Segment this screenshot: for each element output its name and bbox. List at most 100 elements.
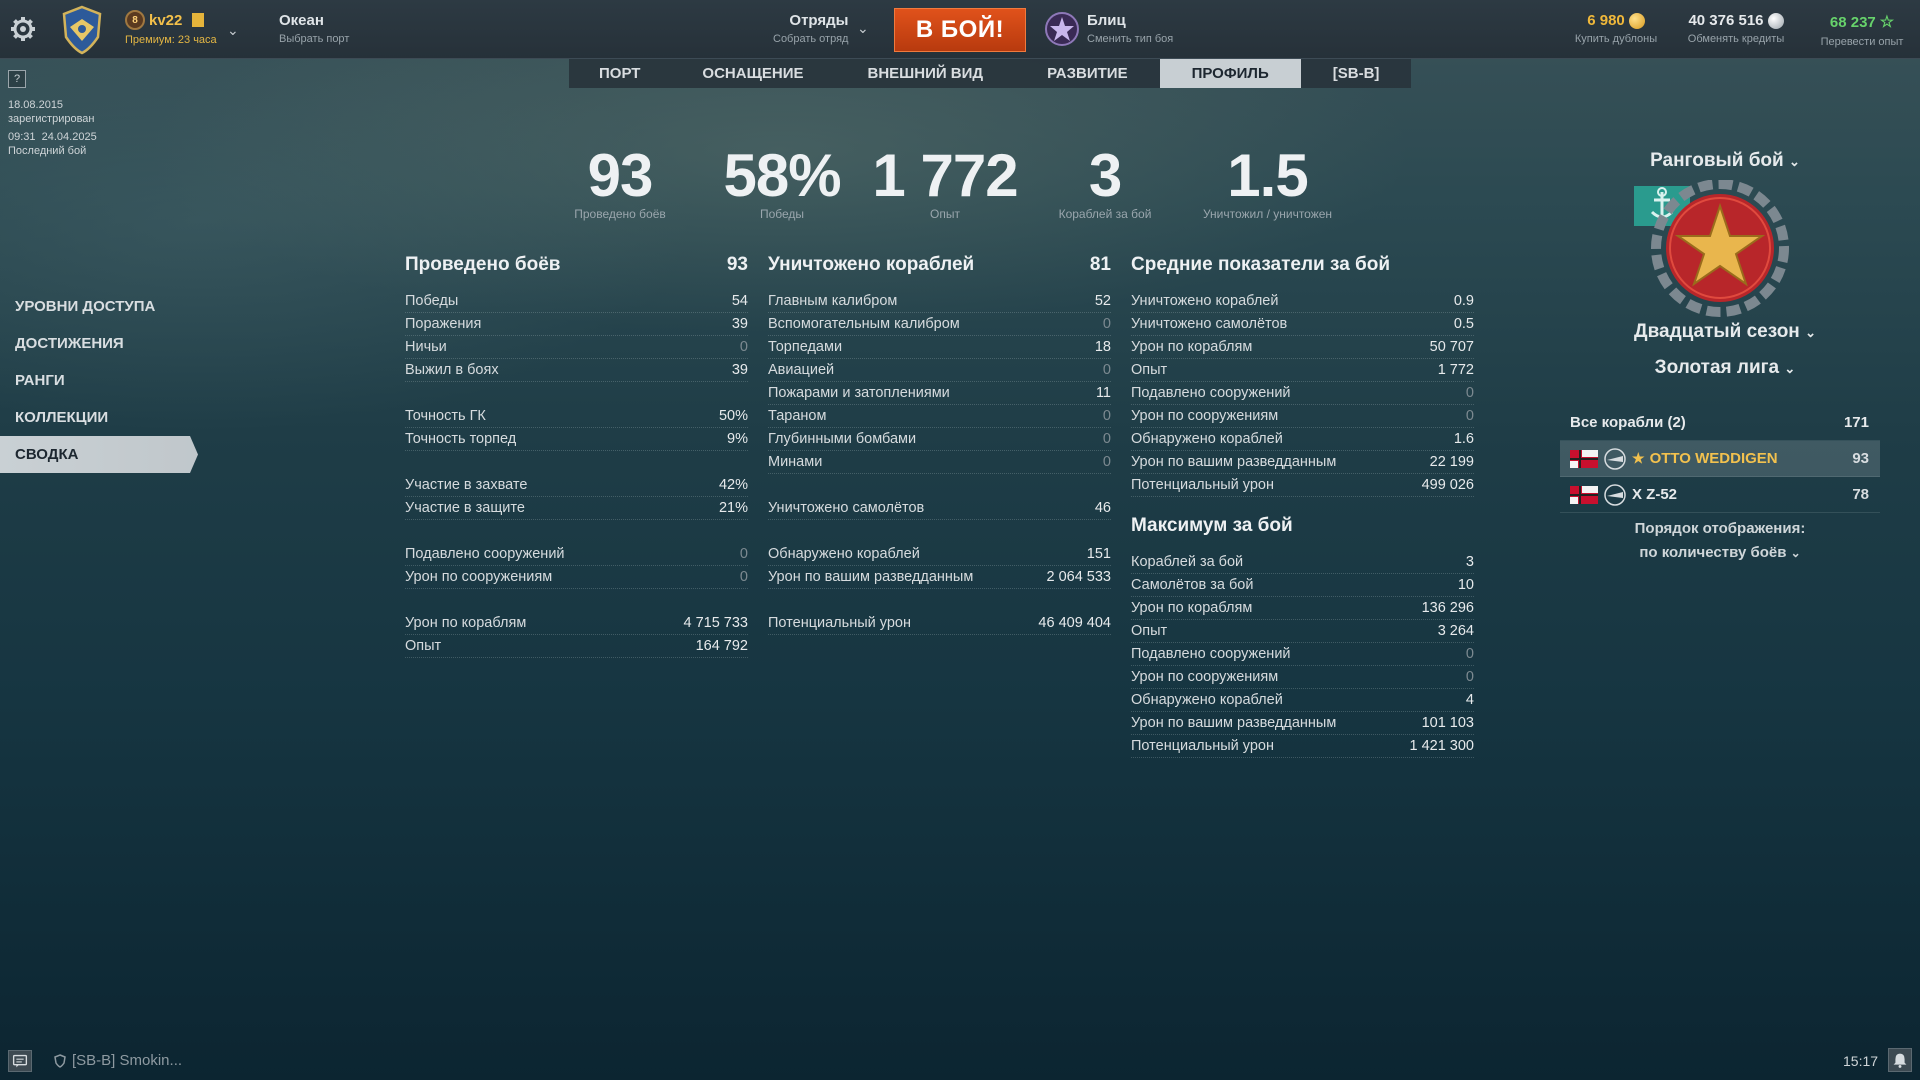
- stat-row: Опыт 1 772: [1131, 359, 1474, 382]
- stat-label: Урон по кораблям: [405, 615, 527, 631]
- average-rows: Уничтожено кораблей 0.9 Уничтожено самолёт…: [1131, 290, 1474, 497]
- chevron-down-icon[interactable]: ⌄: [857, 20, 869, 37]
- battle-mode-selector[interactable]: Блиц Сменить тип боя: [1087, 12, 1173, 45]
- stat-value: 3: [1465, 554, 1474, 570]
- stat-label: Обнаружено кораблей: [768, 546, 920, 562]
- stat-label: Пожарами и затоплениями: [768, 385, 950, 401]
- port-selector[interactable]: Океан Выбрать порт: [279, 12, 349, 45]
- stat-label: Потенциальный урон: [1131, 738, 1274, 754]
- battle-mode-subtitle: Сменить тип боя: [1087, 33, 1174, 45]
- free-xp-balance[interactable]: 68 237 ☆ Перевести опыт: [1814, 12, 1910, 49]
- all-ships-label: Все корабли (2): [1570, 414, 1686, 431]
- credit-icon: [1767, 12, 1784, 29]
- sort-label: Порядок отображения:: [1634, 520, 1806, 537]
- max-rows: Кораблей за бой 3 Самолётов за бой 10 Урон п…: [1131, 551, 1474, 758]
- ship-row[interactable]: X Z-52 78: [1560, 477, 1880, 513]
- germany-flag-icon: [1570, 485, 1598, 504]
- league-title: Золотая лига: [1654, 357, 1780, 378]
- battle-mode-icon[interactable]: [1044, 11, 1080, 47]
- column-total: 93: [726, 254, 748, 275]
- summary-label: Победы: [759, 207, 805, 221]
- summary-value: 3: [1088, 142, 1122, 209]
- stat-label: Урон по сооружениям: [1131, 408, 1279, 424]
- stat-value: 1 772: [1437, 362, 1474, 378]
- tab-development[interactable]: РАЗВИТИЕ: [1015, 59, 1159, 88]
- credits-label: Обменять кредиты: [1687, 33, 1785, 45]
- column-header: Уничтожено кораблей 81: [768, 254, 1111, 282]
- stat-row: Ничьи 0: [405, 336, 748, 359]
- stat-value: 0: [1102, 408, 1111, 424]
- free-xp-label: Перевести опыт: [1820, 36, 1904, 48]
- credits-value: 40 376 516: [1688, 12, 1764, 29]
- rank-emblem-icon: [1634, 180, 1789, 317]
- tab-profile[interactable]: ПРОФИЛЬ: [1159, 59, 1301, 88]
- stat-row: Урон по сооружениям 0: [1131, 405, 1474, 428]
- summary-label: Уничтожил / уничтожен: [1202, 207, 1333, 221]
- league-selector[interactable]: Золотая лига ⌄: [1565, 357, 1885, 379]
- stat-value: 50%: [718, 408, 748, 424]
- chevron-down-icon[interactable]: ⌄: [227, 22, 239, 39]
- username-text: kv22: [149, 11, 183, 29]
- kills-stats-column: Уничтожено кораблей 81 Главным калибром 5…: [768, 254, 1111, 635]
- stat-label: Главным калибром: [768, 293, 898, 309]
- side-item-collections[interactable]: КОЛЛЕКЦИИ: [0, 399, 200, 436]
- stat-row: Урон по кораблям 4 715 733: [405, 612, 748, 635]
- stat-value: 11: [1095, 385, 1111, 401]
- stat-value: 3 264: [1437, 623, 1474, 639]
- clan-emblem-icon[interactable]: [60, 5, 104, 55]
- summary-label: Кораблей за бой: [1058, 207, 1152, 221]
- doubloons-balance[interactable]: 6 980 Купить дублоны: [1570, 12, 1662, 45]
- tab-port[interactable]: ПОРТ: [569, 59, 670, 88]
- gear-icon[interactable]: [10, 16, 36, 42]
- tab-appearance[interactable]: ВНЕШНИЙ ВИД: [836, 59, 1016, 88]
- stat-value: 46: [1094, 500, 1111, 516]
- stat-value: 42%: [718, 477, 748, 493]
- summary-value: 1 772: [872, 142, 1018, 209]
- stat-value: 1.6: [1453, 431, 1474, 447]
- tab-clan[interactable]: [SB-B]: [1301, 59, 1412, 88]
- column-title: Средние показатели за бой: [1131, 254, 1391, 275]
- stat-row: Обнаружено кораблей 4: [1131, 689, 1474, 712]
- ship-row[interactable]: ★ OTTO WEDDIGEN 93: [1560, 441, 1880, 477]
- stat-value: 0: [1102, 362, 1111, 378]
- all-ships-row[interactable]: Все корабли (2) 171: [1560, 405, 1880, 441]
- user-block[interactable]: 8 kv22 Премиум: 23 часа: [125, 10, 217, 46]
- stat-label: Кораблей за бой: [1131, 554, 1244, 570]
- stat-value: 151: [1086, 546, 1111, 562]
- stat-label: Урон по сооружениям: [405, 569, 553, 585]
- squad-selector[interactable]: Отряды Собрать отряд: [773, 12, 848, 45]
- chat-icon[interactable]: [8, 1050, 32, 1072]
- summary-value: 1.5: [1227, 142, 1308, 209]
- side-item-summary[interactable]: СВОДКА: [0, 436, 198, 473]
- season-selector[interactable]: Двадцатый сезон ⌄: [1565, 321, 1885, 343]
- ship-class-icon: [1604, 447, 1626, 470]
- stat-row: Авиацией 0: [768, 359, 1111, 382]
- tab-equipment[interactable]: ОСНАЩЕНИЕ: [670, 59, 835, 88]
- column-header: Проведено боёв 93: [405, 254, 748, 282]
- stat-label: Точность ГК: [405, 408, 486, 424]
- all-ships-count: 171: [1843, 414, 1869, 431]
- stat-label: Торпедами: [768, 339, 843, 355]
- help-button[interactable]: ?: [8, 70, 26, 88]
- stat-value: 0: [739, 339, 748, 355]
- chat-preview[interactable]: [SB-B] Smokin...: [54, 1052, 182, 1069]
- port-subtitle: Выбрать порт: [279, 33, 350, 45]
- side-item-achievements[interactable]: ДОСТИЖЕНИЯ: [0, 325, 200, 362]
- stat-value: 46 409 404: [1038, 615, 1111, 631]
- battle-button[interactable]: В БОЙ!: [894, 8, 1026, 52]
- column-header: Средние показатели за бой: [1131, 254, 1474, 282]
- side-item-access-levels[interactable]: УРОВНИ ДОСТУПА: [0, 288, 200, 325]
- sort-order[interactable]: Порядок отображения: по количеству боёв …: [1560, 517, 1880, 565]
- bell-icon[interactable]: [1888, 1048, 1912, 1072]
- ranked-mode-selector[interactable]: Ранговый бой ⌄: [1565, 150, 1885, 172]
- chevron-down-icon: ⌄: [1790, 546, 1801, 560]
- squad-subtitle: Собрать отряд: [773, 33, 849, 45]
- premium-flag-icon: [192, 13, 205, 27]
- username: 8 kv22: [125, 10, 217, 30]
- stat-row: Урон по вашим разведданным 2 064 533: [768, 566, 1111, 589]
- credits-balance[interactable]: 40 376 516 Обменять кредиты: [1682, 12, 1790, 45]
- side-item-ranks[interactable]: РАНГИ: [0, 362, 200, 399]
- stat-label: Самолётов за бой: [1131, 577, 1254, 593]
- stat-label: Обнаружено кораблей: [1131, 692, 1283, 708]
